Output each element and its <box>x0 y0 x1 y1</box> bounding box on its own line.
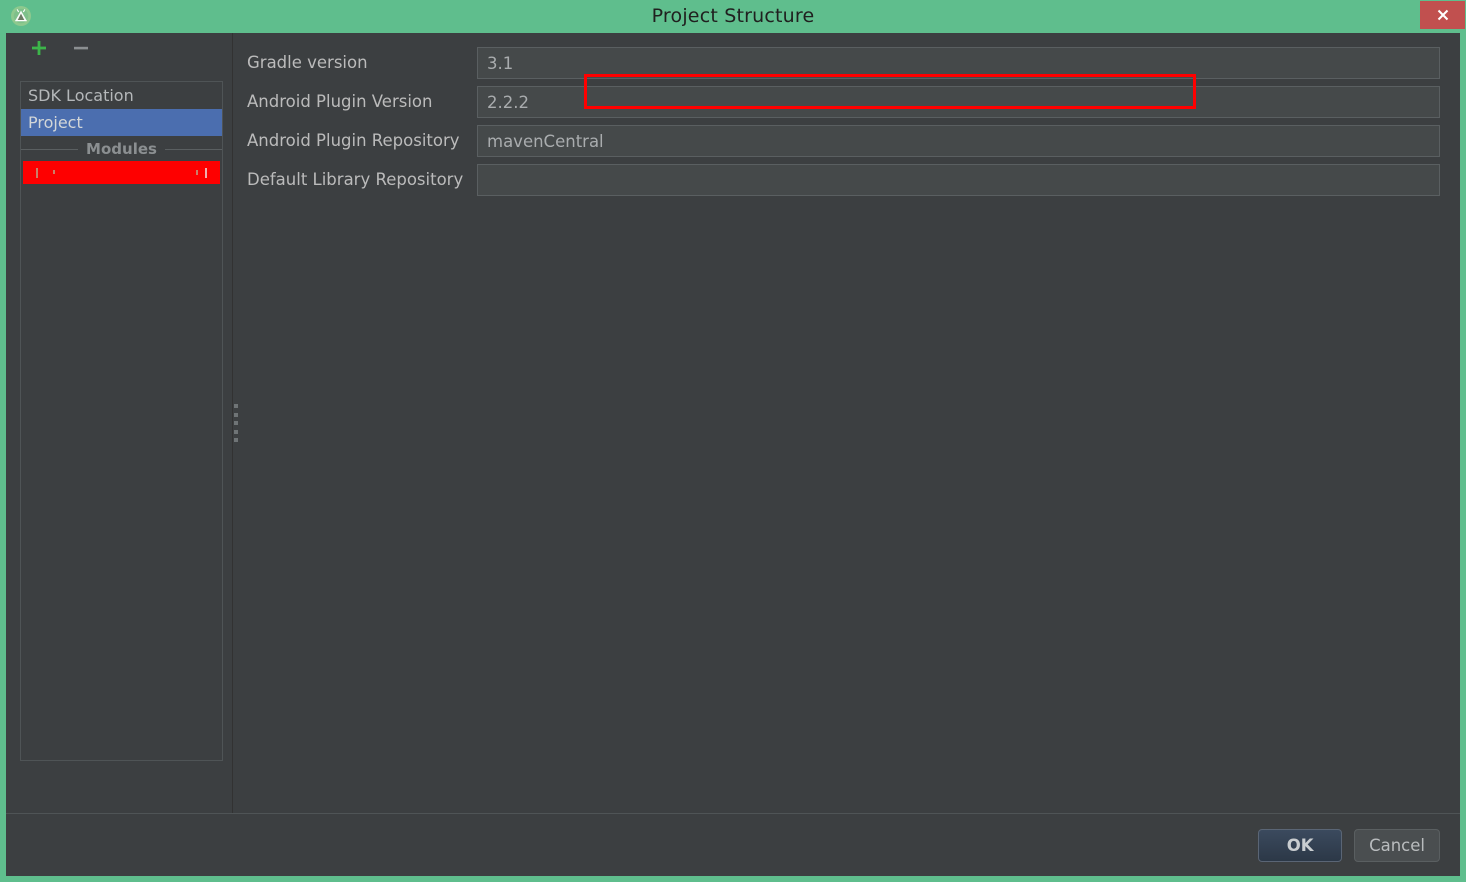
sidebar-item-label: SDK Location <box>28 86 134 105</box>
sidebar-item-label: Project <box>28 113 83 132</box>
sidebar-item-module-redacted[interactable] <box>23 161 220 184</box>
redaction-artifact <box>53 170 55 174</box>
android-plugin-version-label: Android Plugin Version <box>247 92 433 111</box>
close-button[interactable] <box>1420 1 1465 29</box>
sidebar-item-project[interactable]: Project <box>21 109 222 136</box>
sidebar-list: SDK Location Project Modules <box>20 81 223 761</box>
minus-icon[interactable] <box>70 37 92 59</box>
sidebar-item-sdk-location[interactable]: SDK Location <box>21 82 222 109</box>
window-title: Project Structure <box>651 5 815 27</box>
redaction-artifact <box>36 168 38 178</box>
splitter-line <box>232 33 233 813</box>
redaction-artifact <box>196 170 198 175</box>
panel-splitter[interactable] <box>231 33 241 813</box>
android-plugin-repository-label: Android Plugin Repository <box>247 131 460 150</box>
form-row-default-library-repository: Default Library Repository <box>245 160 1440 199</box>
splitter-grip[interactable] <box>234 404 238 442</box>
dialog-footer: OK Cancel <box>6 814 1460 876</box>
redaction-artifact <box>205 168 207 178</box>
sidebar-section-modules: Modules <box>21 137 222 161</box>
form-row-gradle-version: Gradle version 3.1 <box>245 43 1440 82</box>
dialog-client-area: SDK Location Project Modules Gradle vers… <box>6 33 1460 876</box>
project-structure-dialog: Project Structure SDK Location Project M… <box>0 0 1466 882</box>
ok-button[interactable]: OK <box>1258 828 1343 862</box>
default-library-repository-input[interactable] <box>477 163 1440 196</box>
form-row-android-plugin-repository: Android Plugin Repository mavenCentral <box>245 121 1440 160</box>
android-plugin-repository-input[interactable]: mavenCentral <box>477 124 1440 157</box>
default-library-repository-label: Default Library Repository <box>247 170 464 189</box>
sidebar-toolbar <box>6 33 231 63</box>
sidebar: SDK Location Project Modules <box>6 33 231 813</box>
section-rule-left <box>21 148 79 150</box>
gradle-version-label: Gradle version <box>247 53 368 72</box>
android-plugin-version-input[interactable]: 2.2.2 <box>477 85 1440 118</box>
cancel-button[interactable]: Cancel <box>1354 828 1440 862</box>
dialog-body: SDK Location Project Modules Gradle vers… <box>6 33 1460 813</box>
title-bar: Project Structure <box>0 0 1466 33</box>
section-rule-right <box>164 148 222 150</box>
project-settings-form: Gradle version 3.1 Android Plugin Versio… <box>241 33 1460 813</box>
plus-icon[interactable] <box>28 37 50 59</box>
form-row-android-plugin-version: Android Plugin Version 2.2.2 <box>245 82 1440 121</box>
sidebar-section-label: Modules <box>86 140 157 158</box>
close-icon <box>1437 9 1448 21</box>
gradle-version-input[interactable]: 3.1 <box>477 46 1440 79</box>
